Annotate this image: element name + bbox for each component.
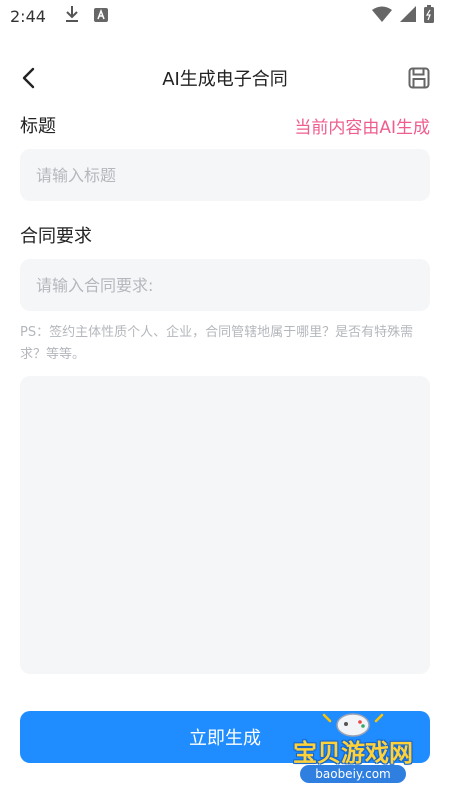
app-a-icon xyxy=(93,7,108,26)
back-button[interactable] xyxy=(14,64,42,92)
title-label: 标题 xyxy=(20,116,56,137)
watermark-url: baobeiy.com xyxy=(300,765,406,783)
battery-icon xyxy=(424,5,434,27)
ai-generated-note: 当前内容由AI生成 xyxy=(294,117,430,138)
requirement-input[interactable] xyxy=(36,275,414,295)
status-time: 2:44 xyxy=(10,6,46,26)
ps-note: PS：签约主体性质个人、企业，合同管辖地属于哪里？是否有特殊需求？等等。 xyxy=(20,325,414,362)
chevron-left-icon xyxy=(22,67,35,89)
generate-button[interactable]: 立即生成 xyxy=(20,711,430,763)
screen: 2:44 AI生成电子合同 标题 当前内容由AI生成 请输入标题 合同要求 请输… xyxy=(0,0,450,800)
title-input-box xyxy=(20,149,430,201)
requirement-label-row: 合同要求 xyxy=(20,222,430,248)
status-right-icons xyxy=(372,5,434,27)
page-title: AI生成电子合同 xyxy=(162,69,288,90)
wifi-icon xyxy=(372,6,392,26)
status-bar: 2:44 xyxy=(0,0,450,32)
title-input[interactable] xyxy=(36,165,414,185)
header: AI生成电子合同 xyxy=(0,52,450,104)
signal-icon xyxy=(400,6,416,26)
status-left-icons xyxy=(64,5,108,27)
save-button[interactable] xyxy=(406,65,432,91)
title-label-row: 标题 当前内容由AI生成 xyxy=(20,112,430,138)
home-indicator xyxy=(0,790,450,800)
requirement-input-box xyxy=(20,259,430,311)
save-icon xyxy=(408,67,430,89)
download-icon xyxy=(64,5,80,27)
contract-content-textarea[interactable] xyxy=(20,376,430,674)
requirement-label: 合同要求 xyxy=(20,226,92,247)
